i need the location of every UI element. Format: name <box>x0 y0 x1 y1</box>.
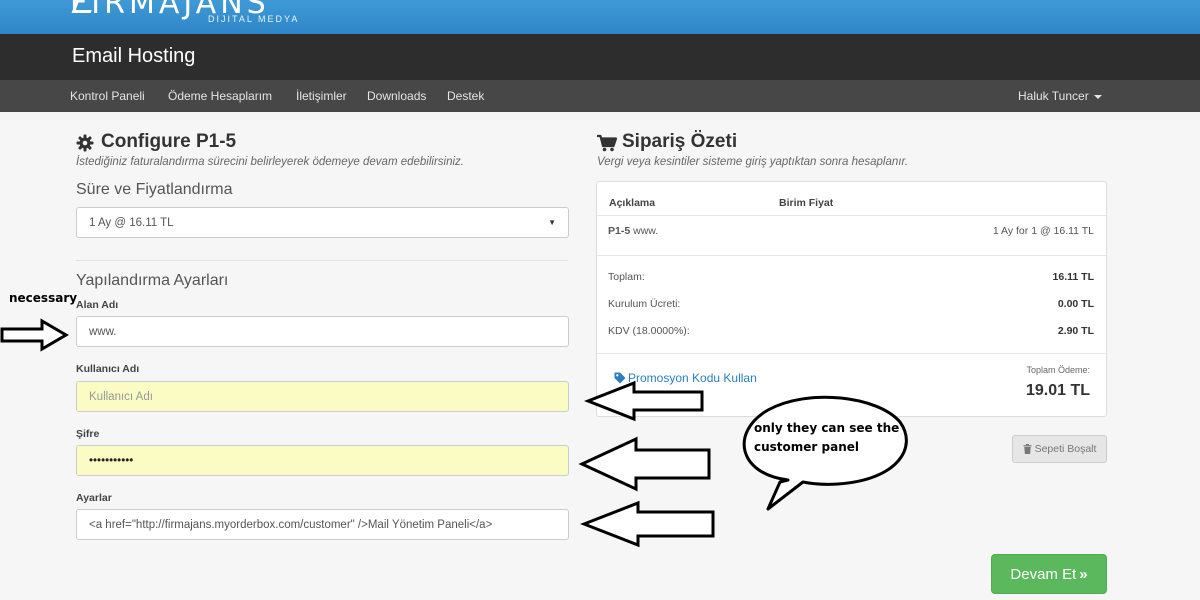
continue-label: Devam Et <box>1010 565 1077 583</box>
setup-fee-label: Kurulum Ücreti: <box>608 298 681 310</box>
logo-tagline: DIJITAL MEDYA <box>208 14 300 24</box>
user-name: Haluk Tuncer <box>1018 89 1089 103</box>
chevron-right-icon: » <box>1079 565 1088 583</box>
annotation-necessary: necessary <box>9 291 78 305</box>
item-name: P1-5 <box>608 225 631 237</box>
vat-label: KDV (18.0000%): <box>608 325 690 337</box>
item-line: P1-5 www. <box>608 225 658 237</box>
item-domain: www. <box>633 225 659 237</box>
setup-fee-value: 0.00 TL <box>1057 298 1094 310</box>
configure-subtitle: İstediğiniz faturalandırma sürecini beli… <box>76 156 464 168</box>
summary-subtitle: Vergi veya kesintiler sisteme giriş yapt… <box>597 156 909 168</box>
annotation-arrow-right-icon <box>0 318 69 352</box>
bubble-line-2: customer panel <box>754 440 859 454</box>
nav-item-downloads[interactable]: Downloads <box>367 89 426 103</box>
total-value: 19.01 TL <box>1025 382 1090 399</box>
bubble-line-1: only they can see the <box>754 421 900 435</box>
col-description: Açıklama <box>609 197 656 209</box>
trash-icon <box>1023 444 1032 454</box>
vat-value: 2.90 TL <box>1057 325 1094 337</box>
domain-field-value: www. <box>89 325 117 338</box>
col-unit-price: Birim Fiyat <box>779 197 834 209</box>
total-label: Toplam Ödeme: <box>1026 365 1090 375</box>
settings-field-label: Ayarlar <box>76 492 112 504</box>
password-field-label: Şifre <box>76 428 100 440</box>
nav-item-odeme-hesaplarim[interactable]: Ödeme Hesaplarım <box>168 89 272 103</box>
divider <box>597 353 1106 354</box>
password-field[interactable]: ••••••••••• <box>76 445 569 476</box>
settings-field-value: <a href="http://firmajans.myorderbox.com… <box>89 518 493 531</box>
configure-title: Configure P1-5 <box>101 131 237 152</box>
username-field[interactable]: Kullanıcı Adı <box>76 381 569 412</box>
empty-cart-label: Sepeti Boşalt <box>1034 443 1097 455</box>
annotation-arrow-left-icon <box>578 436 711 492</box>
domain-field[interactable]: www. <box>76 316 569 347</box>
summary-title: Sipariş Özeti <box>622 131 738 152</box>
empty-cart-button[interactable]: Sepeti Boşalt <box>1012 435 1107 463</box>
divider <box>597 255 1106 256</box>
domain-field-label: Alan Adı <box>76 299 119 311</box>
billing-cycle-select[interactable]: 1 Ay @ 16.11 TL ▼ <box>76 207 569 238</box>
annotation-arrow-left-icon <box>580 500 715 548</box>
select-arrow-icon: ▼ <box>548 218 556 227</box>
caret-down-icon <box>1093 94 1102 99</box>
subtotal-value: 16.11 TL <box>1052 271 1094 283</box>
item-price: 1 Ay for 1 @ 16.11 TL <box>992 225 1094 237</box>
nav-item-destek[interactable]: Destek <box>447 89 484 103</box>
subtotal-label: Toplam: <box>608 271 645 283</box>
billing-section-title: Süre ve Fiyatlandırma <box>76 181 233 198</box>
continue-button[interactable]: Devam Et » <box>991 554 1107 594</box>
password-value: ••••••••••• <box>89 454 134 467</box>
nav-item-iletisimler[interactable]: İletişimler <box>296 89 347 103</box>
username-placeholder: Kullanıcı Adı <box>89 390 153 403</box>
username-field-label: Kullanıcı Adı <box>76 363 140 375</box>
cart-icon <box>597 134 617 152</box>
section-divider <box>76 260 568 261</box>
annotation-arrow-left-icon <box>584 380 704 422</box>
annotation-bubble-text: only they can see the customer panel <box>754 421 914 454</box>
config-section-title: Yapılandırma Ayarları <box>76 272 229 289</box>
divider <box>597 215 1106 216</box>
page-header-title: Email Hosting <box>72 45 196 67</box>
settings-field[interactable]: <a href="http://firmajans.myorderbox.com… <box>76 509 569 540</box>
gear-icon <box>76 134 94 152</box>
billing-cycle-value: 1 Ay @ 16.11 TL <box>89 216 174 229</box>
nav-item-kontrol-paneli[interactable]: Kontrol Paneli <box>70 89 145 103</box>
user-menu[interactable]: Haluk Tuncer <box>1018 89 1102 103</box>
